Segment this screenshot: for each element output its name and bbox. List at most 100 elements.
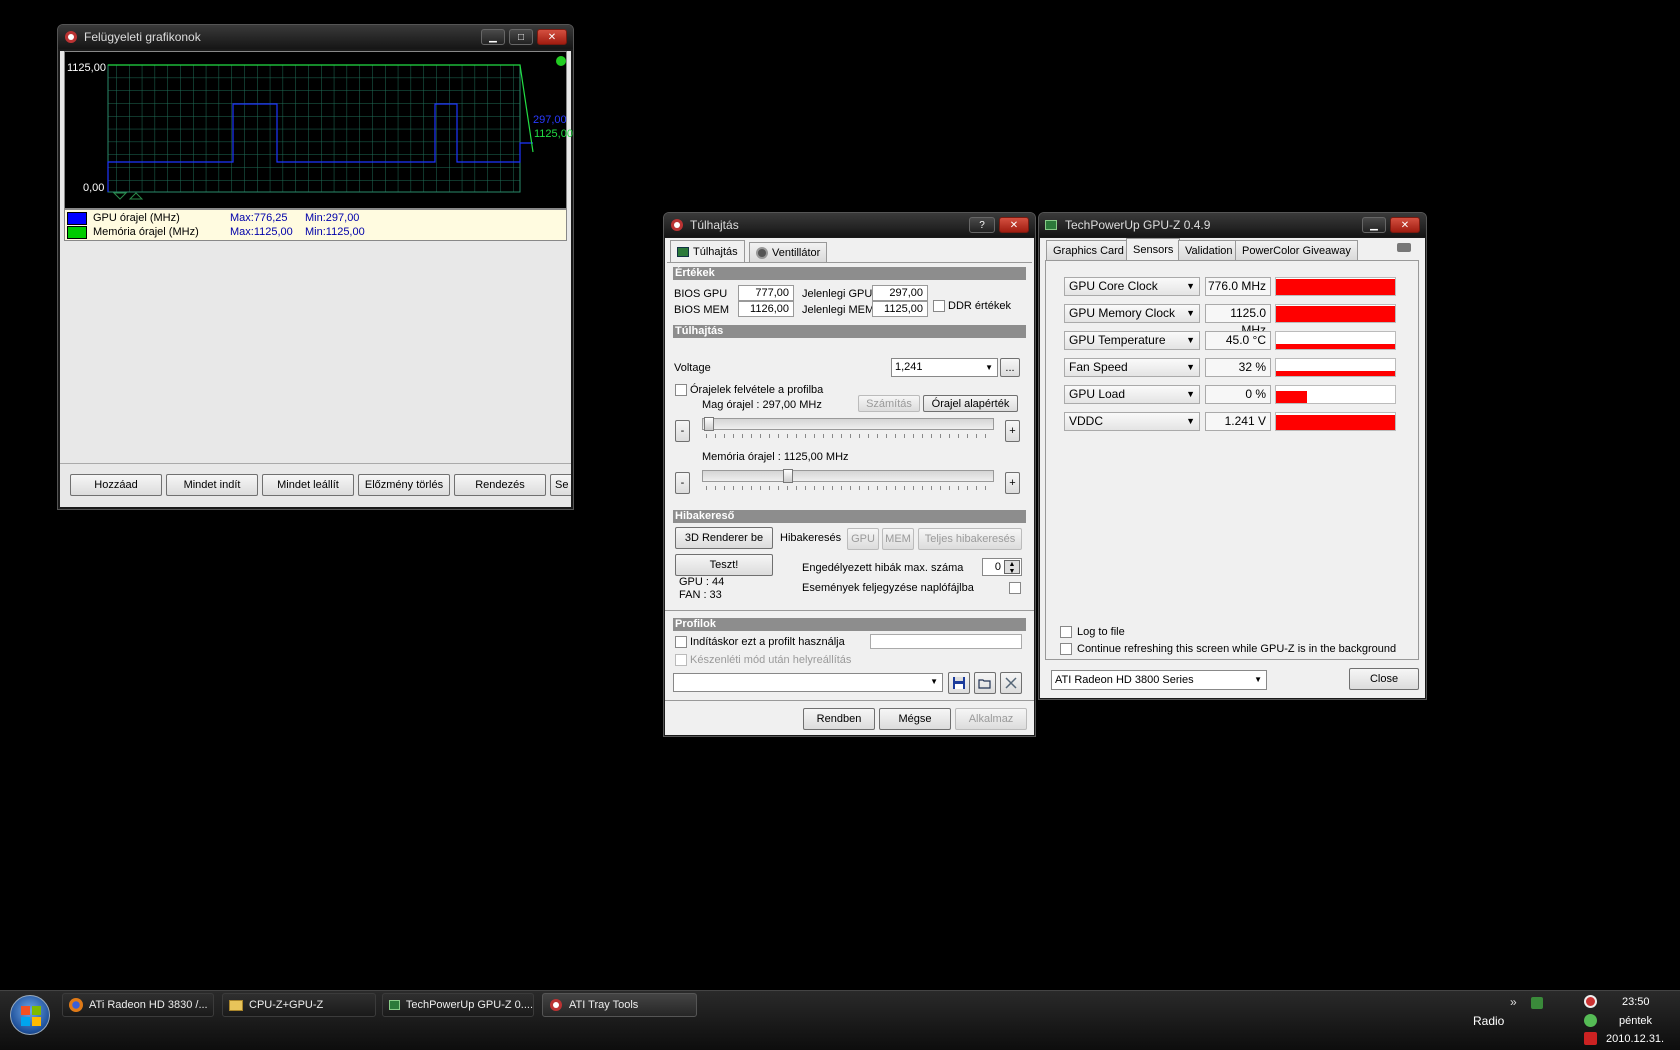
open-profile-button[interactable] bbox=[974, 672, 996, 694]
core-clock-slider[interactable] bbox=[702, 417, 994, 431]
tray-utorrent-icon[interactable] bbox=[1584, 1014, 1597, 1027]
voltage-select[interactable]: 1,241 ▼ bbox=[891, 358, 998, 377]
start-button[interactable] bbox=[10, 995, 50, 1035]
tab-giveaway[interactable]: PowerColor Giveaway bbox=[1235, 240, 1358, 260]
close-button[interactable]: Close bbox=[1349, 668, 1419, 690]
log-events-checkbox[interactable] bbox=[1009, 582, 1021, 594]
spin-arrows-icon[interactable]: ▲ ▼ bbox=[1004, 560, 1020, 575]
radio-label[interactable]: Radio bbox=[1473, 1014, 1504, 1028]
close-button[interactable]: ✕ bbox=[537, 29, 567, 45]
ok-button[interactable]: Rendben bbox=[803, 708, 875, 730]
start-all-button[interactable]: Mindet indít bbox=[166, 474, 258, 496]
full-debug-button[interactable]: Teljes hibakeresés bbox=[918, 528, 1022, 550]
cancel-button[interactable]: Mégse bbox=[879, 708, 951, 730]
clock-time[interactable]: 23:50 bbox=[1622, 996, 1650, 1008]
chevron-down-icon: ▼ bbox=[930, 677, 938, 686]
memory-slider-thumb[interactable] bbox=[783, 469, 793, 483]
taskbar-item-gpuz[interactable]: TechPowerUp GPU-Z 0.... bbox=[382, 993, 534, 1017]
log-to-file-checkbox[interactable] bbox=[1060, 626, 1072, 638]
sensor-value: 0 % bbox=[1205, 385, 1271, 404]
tray-expand-icon[interactable]: » bbox=[1510, 995, 1517, 1009]
mem-plus-button[interactable]: + bbox=[1005, 472, 1020, 494]
allowed-errors-spinner[interactable]: 0 ▲ ▼ bbox=[982, 558, 1022, 576]
firefox-icon bbox=[69, 998, 83, 1012]
core-slider-ticks bbox=[706, 434, 992, 438]
voltage-more-button[interactable]: ... bbox=[1000, 358, 1020, 377]
taskbar-item-firefox[interactable]: ATi Radeon HD 3830 /... bbox=[62, 993, 214, 1017]
section-profiles: Profilok bbox=[673, 618, 1026, 631]
record-clocks-label: Órajelek felvétele a profilba bbox=[690, 384, 824, 396]
memory-clock-slider[interactable] bbox=[702, 469, 994, 483]
mem-debug-button[interactable]: MEM bbox=[882, 528, 914, 550]
taskbar-item-ati-tray[interactable]: ATI Tray Tools bbox=[542, 993, 697, 1017]
sensor-name-select[interactable]: GPU Temperature ▼ bbox=[1064, 331, 1200, 350]
stop-all-button[interactable]: Mindet leállít bbox=[262, 474, 354, 496]
legend-row-mem[interactable]: Memória órajel (MHz) Max:1125,00 Min:112… bbox=[67, 226, 557, 240]
chevron-down-icon: ▼ bbox=[1186, 335, 1195, 345]
tab-validation[interactable]: Validation bbox=[1178, 240, 1240, 260]
test-button[interactable]: Teszt! bbox=[675, 554, 773, 576]
core-plus-button[interactable]: + bbox=[1005, 420, 1020, 442]
save-profile-button[interactable] bbox=[948, 672, 970, 694]
taskbar: ATi Radeon HD 3830 /... CPU-Z+GPU-Z Tech… bbox=[0, 990, 1680, 1050]
camera-icon[interactable] bbox=[1397, 243, 1411, 252]
sensor-graph bbox=[1275, 385, 1396, 404]
record-clocks-checkbox[interactable] bbox=[675, 384, 687, 396]
clock-day[interactable]: péntek bbox=[1619, 1015, 1652, 1027]
oc-titlebar[interactable]: Túlhajtás ? ✕ bbox=[664, 213, 1035, 237]
maximize-button[interactable]: □ bbox=[509, 29, 533, 45]
mem-minus-button[interactable]: - bbox=[675, 472, 690, 494]
device-select[interactable]: ATI Radeon HD 3800 Series ▼ bbox=[1051, 670, 1267, 690]
graph-canvas bbox=[107, 56, 566, 200]
minimize-button[interactable]: ▁ bbox=[481, 29, 505, 45]
close-button[interactable]: ✕ bbox=[1390, 217, 1420, 233]
tab-sensors[interactable]: Sensors bbox=[1126, 238, 1181, 260]
tab-graphics-card[interactable]: Graphics Card bbox=[1046, 240, 1131, 260]
sensor-value: 32 % bbox=[1205, 358, 1271, 377]
startup-profile-checkbox[interactable] bbox=[675, 636, 687, 648]
chip-icon bbox=[677, 246, 689, 257]
apply-button[interactable]: Alkalmaz bbox=[955, 708, 1027, 730]
tray-app-icon[interactable] bbox=[1531, 997, 1543, 1009]
calculate-button[interactable]: Számítás bbox=[858, 395, 920, 412]
clock-date[interactable]: 2010.12.31. bbox=[1606, 1033, 1664, 1045]
close-button[interactable]: ✕ bbox=[999, 217, 1029, 233]
ddr-checkbox[interactable] bbox=[933, 300, 945, 312]
footer-divider bbox=[665, 700, 1034, 701]
core-slider-thumb[interactable] bbox=[704, 417, 714, 431]
startup-profile-field[interactable] bbox=[870, 634, 1022, 649]
sensor-name-select[interactable]: GPU Core Clock ▼ bbox=[1064, 277, 1200, 296]
tab-fan-label: Ventillátor bbox=[772, 246, 821, 259]
clock-default-button[interactable]: Órajel alapérték bbox=[923, 395, 1018, 412]
tab-fan[interactable]: Ventillátor bbox=[749, 242, 828, 262]
gpuz-titlebar[interactable]: TechPowerUp GPU-Z 0.4.9 ▁ ✕ bbox=[1039, 213, 1426, 237]
minimize-button[interactable]: ▁ bbox=[1362, 217, 1386, 233]
delete-profile-button[interactable] bbox=[1000, 672, 1022, 694]
tab-overclock[interactable]: Túlhajtás bbox=[670, 240, 745, 262]
settings-button[interactable]: Se bbox=[550, 474, 571, 496]
clear-history-button[interactable]: Előzmény törlés bbox=[358, 474, 450, 496]
add-button[interactable]: Hozzáad bbox=[70, 474, 162, 496]
tray-network-icon[interactable] bbox=[1584, 1032, 1597, 1045]
arrange-button[interactable]: Rendezés bbox=[454, 474, 546, 496]
monitor-titlebar[interactable]: Felügyeleti grafikonok ▁ □ ✕ bbox=[58, 25, 573, 49]
background-refresh-checkbox[interactable] bbox=[1060, 643, 1072, 655]
renderer-button[interactable]: 3D Renderer be bbox=[675, 527, 773, 549]
graph-legend: GPU órajel (MHz) Max:776,25 Min:297,00 M… bbox=[64, 209, 567, 241]
core-minus-button[interactable]: - bbox=[675, 420, 690, 442]
gpu-debug-button[interactable]: GPU bbox=[847, 528, 879, 550]
help-button[interactable]: ? bbox=[969, 217, 995, 233]
folder-icon bbox=[229, 999, 243, 1011]
sensor-name-select[interactable]: VDDC ▼ bbox=[1064, 412, 1200, 431]
restore-checkbox[interactable] bbox=[675, 654, 687, 666]
gpu-line-value: 297,00 bbox=[533, 114, 567, 126]
sensor-name-select[interactable]: GPU Load ▼ bbox=[1064, 385, 1200, 404]
profile-select[interactable]: ▼ bbox=[673, 673, 943, 692]
sensor-name-select[interactable]: Fan Speed ▼ bbox=[1064, 358, 1200, 377]
profile-divider bbox=[665, 610, 1034, 611]
sensor-graph-fill bbox=[1276, 391, 1307, 403]
legend-row-gpu[interactable]: GPU órajel (MHz) Max:776,25 Min:297,00 bbox=[67, 212, 557, 226]
sensor-name-select[interactable]: GPU Memory Clock ▼ bbox=[1064, 304, 1200, 323]
taskbar-item-folder[interactable]: CPU-Z+GPU-Z bbox=[222, 993, 376, 1017]
tray-ati-icon[interactable] bbox=[1584, 995, 1597, 1008]
